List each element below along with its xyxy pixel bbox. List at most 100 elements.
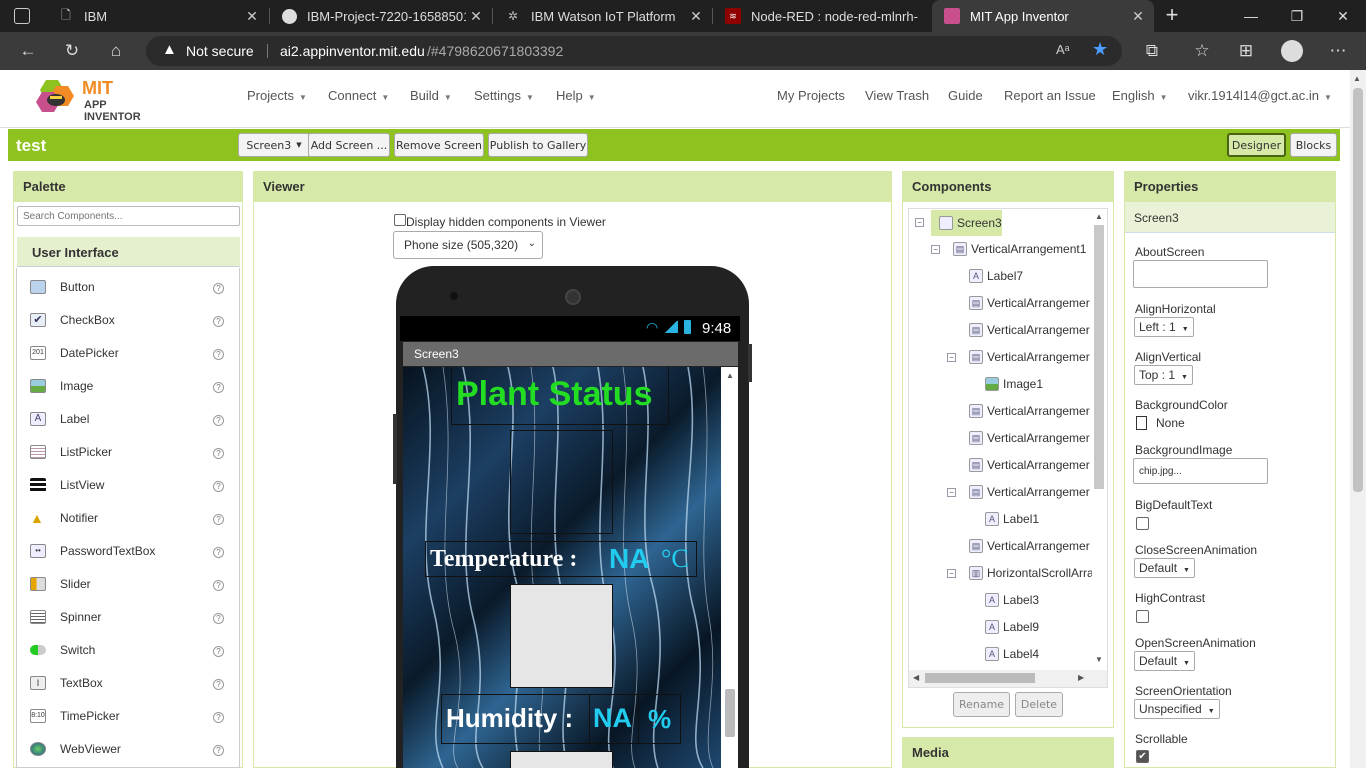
tree-item-verticalarrangement[interactable]: ▤ VerticalArrangemer xyxy=(969,323,1090,337)
help-icon[interactable]: ? xyxy=(213,349,224,360)
palette-item-slider[interactable]: Slider xyxy=(30,577,91,591)
menu-user-account[interactable]: vikr.1914l14@gct.ac.in ▼ xyxy=(1188,88,1332,103)
scroll-up-icon[interactable]: ▲ xyxy=(1095,212,1103,221)
scrollable-checkbox[interactable]: ✔ xyxy=(1136,750,1149,763)
big-default-text-checkbox[interactable] xyxy=(1136,517,1149,530)
menu-help[interactable]: Help ▼ xyxy=(556,88,596,103)
menu-projects[interactable]: Projects ▼ xyxy=(247,88,307,103)
collections-icon[interactable]: ⊞ xyxy=(1228,32,1264,70)
palette-item-image[interactable]: Image xyxy=(30,379,93,393)
search-components-input[interactable] xyxy=(17,206,240,226)
palette-item-passwordtextbox[interactable]: •• PasswordTextBox xyxy=(30,544,155,558)
tree-item-label4[interactable]: A Label4 xyxy=(985,647,1039,661)
scrollbar-thumb[interactable] xyxy=(1353,88,1363,492)
more-menu-icon[interactable]: ⋯ xyxy=(1320,32,1356,70)
tree-item-verticalarrangement[interactable]: ▤ VerticalArrangemer xyxy=(969,485,1090,499)
browser-tab-app-inventor[interactable]: MIT App Inventor ✕ xyxy=(932,0,1154,32)
scroll-right-icon[interactable]: ▶ xyxy=(1078,673,1084,682)
profile-avatar[interactable] xyxy=(1281,40,1303,62)
tree-item-verticalarrangement[interactable]: ▤ VerticalArrangemer xyxy=(969,458,1090,472)
help-icon[interactable]: ? xyxy=(213,745,224,756)
align-vertical-select[interactable]: Top : 1 ▼ xyxy=(1134,365,1193,385)
rename-button[interactable]: Rename xyxy=(953,692,1010,717)
remove-screen-button[interactable]: Remove Screen xyxy=(394,133,484,157)
phone-size-select[interactable]: Phone size (505,320) ⌄ xyxy=(393,231,543,259)
tree-item-verticalarrangement[interactable]: ▤ VerticalArrangemer xyxy=(969,404,1090,418)
help-icon[interactable]: ? xyxy=(213,283,224,294)
background-image-field[interactable]: chip.jpg... xyxy=(1133,458,1268,484)
tree-item-verticalarrangement[interactable]: ▤ VerticalArrangemer xyxy=(969,431,1090,445)
tree-horizontal-scrollbar[interactable]: ◀ ▶ xyxy=(909,670,1107,687)
palette-item-checkbox[interactable]: ✔ CheckBox xyxy=(30,313,115,327)
app-inventor-logo[interactable]: MIT APP INVENTOR xyxy=(36,76,166,123)
high-contrast-checkbox[interactable] xyxy=(1136,610,1149,623)
tree-item-verticalarrangement[interactable]: ▤ VerticalArrangemer xyxy=(969,539,1090,553)
palette-category-header[interactable]: User Interface xyxy=(17,237,240,267)
refresh-icon[interactable]: ↻ xyxy=(54,32,90,70)
designer-button[interactable]: Designer xyxy=(1227,133,1286,157)
close-tab-icon[interactable]: ✕ xyxy=(1128,8,1148,25)
menu-settings[interactable]: Settings ▼ xyxy=(474,88,534,103)
link-guide[interactable]: Guide xyxy=(948,88,983,103)
restore-icon[interactable]: ❐ xyxy=(1274,0,1320,32)
tree-item-screen3[interactable]: Screen3 xyxy=(931,210,1002,236)
about-screen-textarea[interactable] xyxy=(1133,260,1268,288)
menu-build[interactable]: Build ▼ xyxy=(410,88,452,103)
palette-item-spinner[interactable]: Spinner xyxy=(30,610,101,624)
security-status[interactable]: Not secure xyxy=(186,43,254,59)
delete-button[interactable]: Delete xyxy=(1015,692,1063,717)
favorites-icon[interactable]: ☆ xyxy=(1184,32,1220,70)
tree-item-label3[interactable]: A Label3 xyxy=(985,593,1039,607)
scroll-up-icon[interactable]: ▲ xyxy=(1353,74,1361,83)
align-horizontal-select[interactable]: Left : 1 ▼ xyxy=(1134,317,1194,337)
display-hidden-checkbox[interactable] xyxy=(394,214,406,226)
scrollbar-thumb[interactable] xyxy=(925,673,1035,683)
publish-gallery-button[interactable]: Publish to Gallery xyxy=(488,133,588,157)
browser-tab-ibm-watson[interactable]: ✲ IBM Watson IoT Platform ✕ xyxy=(493,0,712,32)
tree-item-label1[interactable]: A Label1 xyxy=(985,512,1039,526)
close-tab-icon[interactable]: ✕ xyxy=(466,8,486,25)
browser-tab-ibm[interactable]: 🗋 IBM ✕ xyxy=(46,0,268,32)
link-my-projects[interactable]: My Projects xyxy=(777,88,845,103)
help-icon[interactable]: ? xyxy=(213,514,224,525)
close-tab-icon[interactable]: ✕ xyxy=(242,8,262,25)
blocks-button[interactable]: Blocks xyxy=(1290,133,1337,157)
palette-item-webviewer[interactable]: WebViewer xyxy=(30,742,121,756)
tree-item-verticalarrangement1[interactable]: ▤ VerticalArrangement1 xyxy=(953,242,1086,256)
help-icon[interactable]: ? xyxy=(213,580,224,591)
scrollbar-thumb[interactable] xyxy=(725,689,735,737)
link-report-issue[interactable]: Report an Issue xyxy=(1004,88,1096,103)
menu-language[interactable]: English ▼ xyxy=(1112,88,1168,103)
help-icon[interactable]: ? xyxy=(213,481,224,492)
screen-select-button[interactable]: Screen3 ▼ xyxy=(238,133,310,157)
help-icon[interactable]: ? xyxy=(213,712,224,723)
help-icon[interactable]: ? xyxy=(213,547,224,558)
help-icon[interactable]: ? xyxy=(213,613,224,624)
new-tab-icon[interactable]: + xyxy=(1160,4,1184,28)
open-animation-select[interactable]: Default ▼ xyxy=(1134,651,1195,671)
favorite-star-icon[interactable]: ★ xyxy=(1092,39,1108,60)
browser-tab-github[interactable]: IBM-Project-7220-16588501… ✕ xyxy=(270,0,492,32)
browser-tab-node-red[interactable]: ≋ Node-RED : node-red-mlnrh- xyxy=(713,0,932,32)
palette-item-datepicker[interactable]: 201 DatePicker xyxy=(30,346,119,360)
read-aloud-icon[interactable]: Aᵃ xyxy=(1056,42,1070,57)
tree-vertical-scrollbar[interactable]: ▲ ▼ xyxy=(1092,209,1106,667)
back-icon[interactable]: ← xyxy=(10,32,46,70)
tab-actions-icon[interactable] xyxy=(14,8,30,24)
palette-item-switch[interactable]: Switch xyxy=(30,643,95,657)
palette-item-button[interactable]: Button xyxy=(30,280,95,294)
menu-connect[interactable]: Connect ▼ xyxy=(328,88,389,103)
palette-item-timepicker[interactable]: 8:10 TimePicker xyxy=(30,709,120,723)
add-screen-button[interactable]: Add Screen ... xyxy=(308,133,390,157)
tree-item-label7[interactable]: A Label7 xyxy=(969,269,1023,283)
extensions-icon[interactable]: ⧉ xyxy=(1134,32,1170,70)
collapse-icon[interactable]: − xyxy=(931,245,940,254)
tree-item-verticalarrangement[interactable]: ▤ VerticalArrangemer xyxy=(969,350,1090,364)
page-scrollbar[interactable]: ▲ xyxy=(1350,70,1366,768)
scroll-left-icon[interactable]: ◀ xyxy=(913,673,919,682)
collapse-icon[interactable]: − xyxy=(947,569,956,578)
color-swatch[interactable] xyxy=(1136,416,1147,430)
palette-item-notifier[interactable]: ▲ Notifier xyxy=(30,511,98,525)
tree-item-verticalarrangement[interactable]: ▤ VerticalArrangemer xyxy=(969,296,1090,310)
tree-item-horizontalscrollarrangement[interactable]: ▥ HorizontalScrollArra xyxy=(969,566,1094,580)
